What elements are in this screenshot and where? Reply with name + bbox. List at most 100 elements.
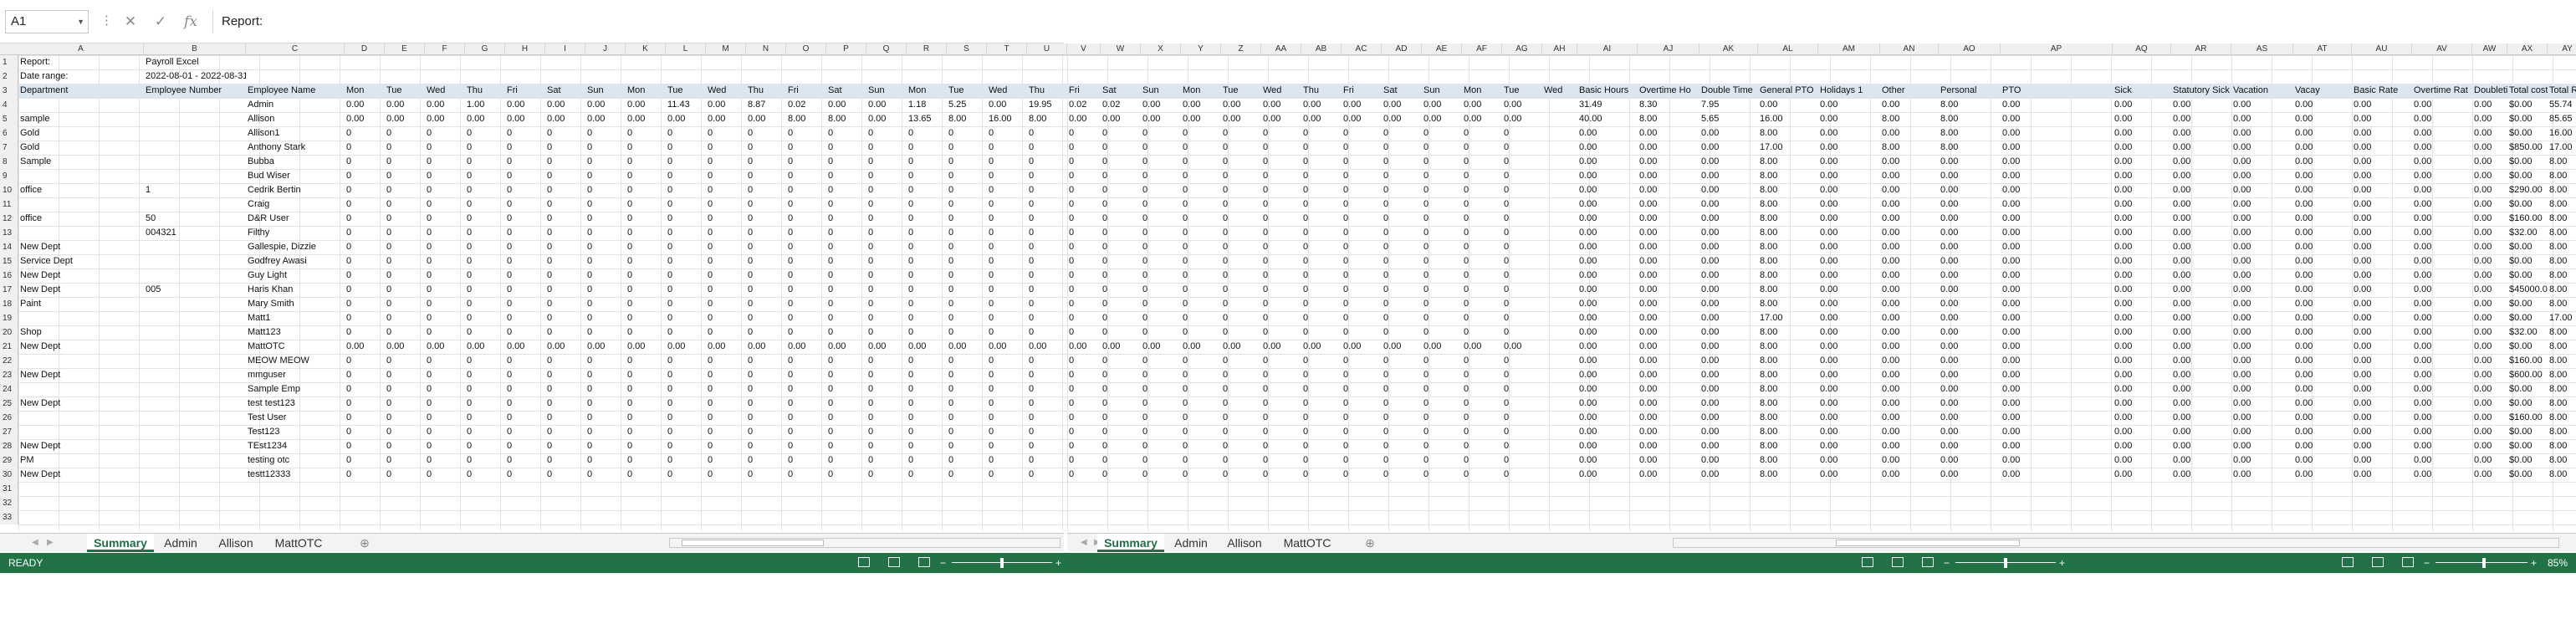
row-number[interactable]: 23 [0,368,18,382]
cell[interactable]: $600.00 [2507,368,2548,382]
cell[interactable]: 0.00 [2113,269,2171,283]
cell[interactable]: 004321 [144,226,246,240]
cell[interactable]: 0.00 [2113,411,2171,425]
cell[interactable]: 0.00 [2001,311,2113,325]
cell[interactable]: 0 [907,183,947,197]
cell[interactable]: 0.00 [1818,226,1880,240]
row-number[interactable]: 30 [0,468,18,482]
cell[interactable]: 0 [585,212,626,226]
cell[interactable]: 0 [545,354,585,368]
cell[interactable]: 0.00 [907,340,947,354]
cell[interactable]: 0 [1181,155,1221,169]
cell[interactable]: 0 [907,411,947,425]
cell[interactable]: 0 [1101,396,1141,411]
cell[interactable]: 0.00 [2293,283,2352,297]
cell[interactable]: 13.65 [907,112,947,126]
cell[interactable]: 0.00 [2352,240,2412,254]
cell[interactable]: 0 [1382,226,1422,240]
cell[interactable]: 0.00 [1818,396,1880,411]
cell[interactable]: 0.00 [1101,112,1141,126]
cell[interactable]: 0 [1382,396,1422,411]
cell[interactable]: 0 [746,183,786,197]
column-header[interactable]: AB [1301,43,1342,55]
cell[interactable]: Service Dept [18,254,144,269]
cell[interactable]: 0 [786,297,826,311]
cell[interactable]: 0 [786,411,826,425]
cell[interactable]: 0 [545,283,585,297]
cell[interactable]: 0 [1101,325,1141,340]
cell[interactable]: 0 [1301,468,1342,482]
cell[interactable]: 0 [585,439,626,453]
cell[interactable]: Paint [18,297,144,311]
cell[interactable]: 0 [425,297,465,311]
plus-icon[interactable]: ⊕ [356,534,373,552]
cell[interactable]: 0.00 [866,98,907,112]
cell[interactable]: Sample [18,155,144,169]
cell[interactable]: 0.00 [2231,311,2293,325]
cell[interactable]: 0 [425,141,465,155]
cell[interactable]: 0.00 [2472,212,2507,226]
cell[interactable]: $0.00 [2507,254,2548,269]
cell[interactable]: 0 [1382,411,1422,425]
column-header[interactable]: Q [866,43,907,55]
cell[interactable]: Tue [385,84,425,98]
cell[interactable]: 0 [1502,197,1542,212]
cell[interactable]: 0 [385,311,425,325]
cell[interactable]: 0 [987,439,1027,453]
cell[interactable]: 0.00 [1577,354,1638,368]
cell[interactable]: 8.00 [2548,254,2576,269]
cell[interactable]: 0 [385,283,425,297]
row-number[interactable]: 22 [0,354,18,368]
cell[interactable]: 0 [1181,468,1221,482]
cell[interactable]: 0 [1502,226,1542,240]
cell[interactable]: 0 [1342,411,1382,425]
cell[interactable]: 0.00 [947,340,987,354]
cell[interactable]: 0 [1221,126,1261,141]
cell[interactable]: 0 [1261,240,1301,254]
cell[interactable]: 0 [1462,411,1502,425]
zoom-slider-thumb-2[interactable] [2004,558,2007,568]
cell[interactable]: 0.00 [1577,396,1638,411]
cell[interactable]: 0 [786,141,826,155]
cell[interactable]: 0 [987,325,1027,340]
cell[interactable]: 0.00 [2412,269,2472,283]
cell[interactable]: 0 [345,439,385,453]
cell[interactable]: 0.00 [2113,226,2171,240]
cell[interactable]: 0.00 [2412,354,2472,368]
cell[interactable]: 0.00 [1880,197,1939,212]
cell[interactable]: 0 [505,311,545,325]
cell[interactable]: 0.00 [2113,382,2171,396]
cell[interactable]: 0.00 [2472,311,2507,325]
cell[interactable]: 0 [425,311,465,325]
cell[interactable]: 0 [1261,382,1301,396]
cell[interactable]: 0 [1422,183,1462,197]
tab-prev-icon[interactable]: ◀ [32,534,38,552]
cell[interactable]: $0.00 [2507,425,2548,439]
cell[interactable]: 0 [786,382,826,396]
cell[interactable]: Sat [1382,84,1422,98]
cell[interactable]: 0 [866,155,907,169]
cell[interactable]: 0.00 [1880,254,1939,269]
formula-input[interactable]: Report: [212,10,1061,33]
cell[interactable]: New Dept [18,368,144,382]
cell[interactable]: 0 [947,354,987,368]
cell[interactable]: 0 [1382,240,1422,254]
cell[interactable]: 0 [1141,311,1181,325]
cell[interactable]: 0.00 [1638,197,1699,212]
cell[interactable]: 0 [907,453,947,468]
cell[interactable]: 0 [1301,126,1342,141]
cell[interactable]: 0.00 [2113,169,2171,183]
column-header[interactable]: AM [1818,43,1880,55]
cell[interactable]: 0 [1067,155,1101,169]
cell[interactable]: $0.00 [2507,396,2548,411]
cell[interactable]: 0 [1422,254,1462,269]
cell[interactable]: 0.00 [1699,141,1758,155]
cell[interactable]: 0.00 [2231,126,2293,141]
cell[interactable]: PTO [2001,84,2113,98]
cell[interactable]: 0.00 [2113,197,2171,212]
cell[interactable]: 0 [1101,311,1141,325]
cell[interactable]: 0.00 [2472,254,2507,269]
cell[interactable]: 0 [585,283,626,297]
row-number[interactable]: 12 [0,212,18,226]
cell[interactable]: 0.00 [786,340,826,354]
